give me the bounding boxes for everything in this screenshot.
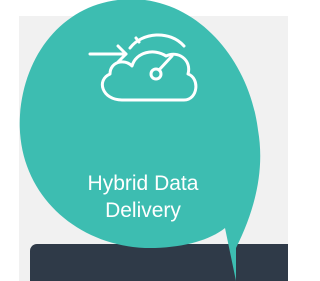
card-title-line-1: Hybrid Data bbox=[87, 172, 199, 195]
hybrid-data-delivery-card: Hybrid Data Delivery bbox=[0, 0, 288, 281]
cloud-speedometer-arrow-icon bbox=[84, 18, 204, 118]
card-title: Hybrid Data Delivery bbox=[40, 170, 246, 224]
card-title-line-2: Delivery bbox=[105, 199, 181, 222]
